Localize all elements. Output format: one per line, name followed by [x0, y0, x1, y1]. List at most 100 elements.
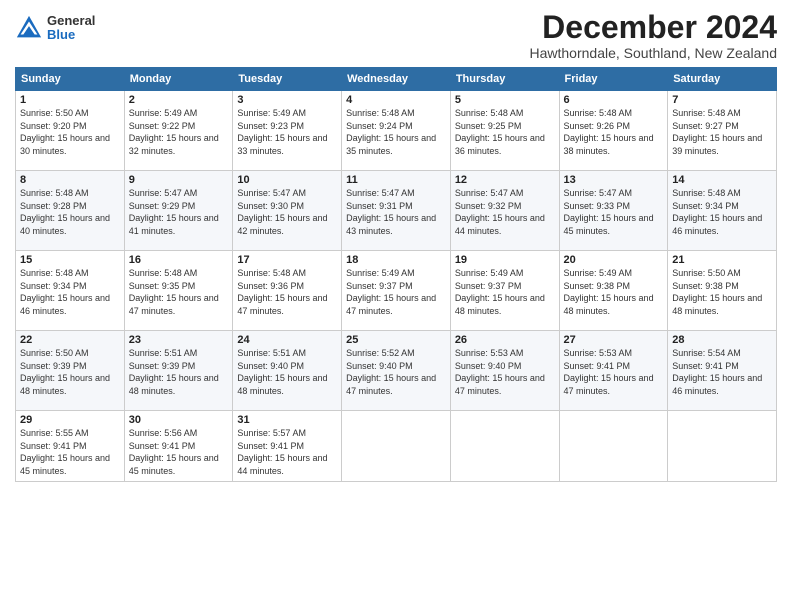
day-number: 29 [20, 414, 120, 426]
day-info: Sunrise: 5:48 AMSunset: 9:34 PMDaylight:… [672, 187, 772, 237]
table-row: 6 Sunrise: 5:48 AMSunset: 9:26 PMDayligh… [559, 91, 668, 171]
day-info: Sunrise: 5:55 AMSunset: 9:41 PMDaylight:… [20, 427, 120, 477]
day-info: Sunrise: 5:48 AMSunset: 9:35 PMDaylight:… [129, 267, 229, 317]
table-row: 12 Sunrise: 5:47 AMSunset: 9:32 PMDaylig… [450, 171, 559, 251]
table-row: 8 Sunrise: 5:48 AMSunset: 9:28 PMDayligh… [16, 171, 125, 251]
day-number: 12 [455, 174, 555, 186]
day-number: 2 [129, 94, 229, 106]
day-number: 21 [672, 254, 772, 266]
table-row: 21 Sunrise: 5:50 AMSunset: 9:38 PMDaylig… [668, 251, 777, 331]
day-info: Sunrise: 5:49 AMSunset: 9:37 PMDaylight:… [346, 267, 446, 317]
table-row: 2 Sunrise: 5:49 AMSunset: 9:22 PMDayligh… [124, 91, 233, 171]
day-info: Sunrise: 5:48 AMSunset: 9:24 PMDaylight:… [346, 107, 446, 157]
table-row: 11 Sunrise: 5:47 AMSunset: 9:31 PMDaylig… [342, 171, 451, 251]
day-info: Sunrise: 5:48 AMSunset: 9:25 PMDaylight:… [455, 107, 555, 157]
table-row: 22 Sunrise: 5:50 AMSunset: 9:39 PMDaylig… [16, 331, 125, 411]
table-row: 10 Sunrise: 5:47 AMSunset: 9:30 PMDaylig… [233, 171, 342, 251]
table-row: 25 Sunrise: 5:52 AMSunset: 9:40 PMDaylig… [342, 331, 451, 411]
month-title: December 2024 [530, 10, 778, 45]
day-number: 7 [672, 94, 772, 106]
day-info: Sunrise: 5:47 AMSunset: 9:29 PMDaylight:… [129, 187, 229, 237]
table-row [342, 411, 451, 481]
day-info: Sunrise: 5:53 AMSunset: 9:41 PMDaylight:… [564, 347, 664, 397]
table-row [559, 411, 668, 481]
table-row [450, 411, 559, 481]
day-number: 4 [346, 94, 446, 106]
table-row: 18 Sunrise: 5:49 AMSunset: 9:37 PMDaylig… [342, 251, 451, 331]
table-row: 13 Sunrise: 5:47 AMSunset: 9:33 PMDaylig… [559, 171, 668, 251]
table-row: 24 Sunrise: 5:51 AMSunset: 9:40 PMDaylig… [233, 331, 342, 411]
col-monday: Monday [124, 68, 233, 91]
table-row: 9 Sunrise: 5:47 AMSunset: 9:29 PMDayligh… [124, 171, 233, 251]
day-info: Sunrise: 5:49 AMSunset: 9:22 PMDaylight:… [129, 107, 229, 157]
calendar-header-row: Sunday Monday Tuesday Wednesday Thursday… [16, 68, 777, 91]
table-row: 23 Sunrise: 5:51 AMSunset: 9:39 PMDaylig… [124, 331, 233, 411]
table-row: 15 Sunrise: 5:48 AMSunset: 9:34 PMDaylig… [16, 251, 125, 331]
col-wednesday: Wednesday [342, 68, 451, 91]
day-number: 3 [237, 94, 337, 106]
day-info: Sunrise: 5:48 AMSunset: 9:36 PMDaylight:… [237, 267, 337, 317]
day-info: Sunrise: 5:49 AMSunset: 9:38 PMDaylight:… [564, 267, 664, 317]
day-info: Sunrise: 5:56 AMSunset: 9:41 PMDaylight:… [129, 427, 229, 477]
day-info: Sunrise: 5:54 AMSunset: 9:41 PMDaylight:… [672, 347, 772, 397]
logo-text: General Blue [47, 14, 95, 43]
day-info: Sunrise: 5:50 AMSunset: 9:38 PMDaylight:… [672, 267, 772, 317]
table-row: 3 Sunrise: 5:49 AMSunset: 9:23 PMDayligh… [233, 91, 342, 171]
table-row: 5 Sunrise: 5:48 AMSunset: 9:25 PMDayligh… [450, 91, 559, 171]
day-number: 1 [20, 94, 120, 106]
day-number: 28 [672, 334, 772, 346]
location: Hawthorndale, Southland, New Zealand [530, 45, 778, 61]
day-number: 26 [455, 334, 555, 346]
page: General Blue December 2024 Hawthorndale,… [0, 0, 792, 612]
day-number: 19 [455, 254, 555, 266]
header: General Blue December 2024 Hawthorndale,… [15, 10, 777, 61]
day-info: Sunrise: 5:48 AMSunset: 9:27 PMDaylight:… [672, 107, 772, 157]
col-saturday: Saturday [668, 68, 777, 91]
day-info: Sunrise: 5:51 AMSunset: 9:40 PMDaylight:… [237, 347, 337, 397]
day-number: 5 [455, 94, 555, 106]
table-row: 31 Sunrise: 5:57 AMSunset: 9:41 PMDaylig… [233, 411, 342, 481]
table-row: 17 Sunrise: 5:48 AMSunset: 9:36 PMDaylig… [233, 251, 342, 331]
day-number: 15 [20, 254, 120, 266]
day-info: Sunrise: 5:49 AMSunset: 9:23 PMDaylight:… [237, 107, 337, 157]
day-info: Sunrise: 5:48 AMSunset: 9:34 PMDaylight:… [20, 267, 120, 317]
day-info: Sunrise: 5:52 AMSunset: 9:40 PMDaylight:… [346, 347, 446, 397]
day-info: Sunrise: 5:51 AMSunset: 9:39 PMDaylight:… [129, 347, 229, 397]
day-info: Sunrise: 5:48 AMSunset: 9:26 PMDaylight:… [564, 107, 664, 157]
day-number: 6 [564, 94, 664, 106]
day-info: Sunrise: 5:47 AMSunset: 9:33 PMDaylight:… [564, 187, 664, 237]
title-block: December 2024 Hawthorndale, Southland, N… [530, 10, 778, 61]
day-info: Sunrise: 5:49 AMSunset: 9:37 PMDaylight:… [455, 267, 555, 317]
table-row [668, 411, 777, 481]
col-sunday: Sunday [16, 68, 125, 91]
day-number: 11 [346, 174, 446, 186]
table-row: 7 Sunrise: 5:48 AMSunset: 9:27 PMDayligh… [668, 91, 777, 171]
day-number: 17 [237, 254, 337, 266]
day-info: Sunrise: 5:57 AMSunset: 9:41 PMDaylight:… [237, 427, 337, 477]
day-number: 20 [564, 254, 664, 266]
day-number: 31 [237, 414, 337, 426]
day-number: 25 [346, 334, 446, 346]
col-tuesday: Tuesday [233, 68, 342, 91]
table-row: 4 Sunrise: 5:48 AMSunset: 9:24 PMDayligh… [342, 91, 451, 171]
table-row: 19 Sunrise: 5:49 AMSunset: 9:37 PMDaylig… [450, 251, 559, 331]
table-row: 20 Sunrise: 5:49 AMSunset: 9:38 PMDaylig… [559, 251, 668, 331]
table-row: 26 Sunrise: 5:53 AMSunset: 9:40 PMDaylig… [450, 331, 559, 411]
day-number: 16 [129, 254, 229, 266]
day-info: Sunrise: 5:50 AMSunset: 9:39 PMDaylight:… [20, 347, 120, 397]
logo-icon [15, 14, 43, 42]
day-number: 24 [237, 334, 337, 346]
day-info: Sunrise: 5:47 AMSunset: 9:30 PMDaylight:… [237, 187, 337, 237]
table-row: 14 Sunrise: 5:48 AMSunset: 9:34 PMDaylig… [668, 171, 777, 251]
logo-blue-text: Blue [47, 28, 95, 42]
calendar-table: Sunday Monday Tuesday Wednesday Thursday… [15, 67, 777, 481]
day-number: 22 [20, 334, 120, 346]
day-number: 14 [672, 174, 772, 186]
day-number: 10 [237, 174, 337, 186]
table-row: 28 Sunrise: 5:54 AMSunset: 9:41 PMDaylig… [668, 331, 777, 411]
col-friday: Friday [559, 68, 668, 91]
day-number: 27 [564, 334, 664, 346]
col-thursday: Thursday [450, 68, 559, 91]
day-info: Sunrise: 5:47 AMSunset: 9:31 PMDaylight:… [346, 187, 446, 237]
logo: General Blue [15, 14, 95, 43]
